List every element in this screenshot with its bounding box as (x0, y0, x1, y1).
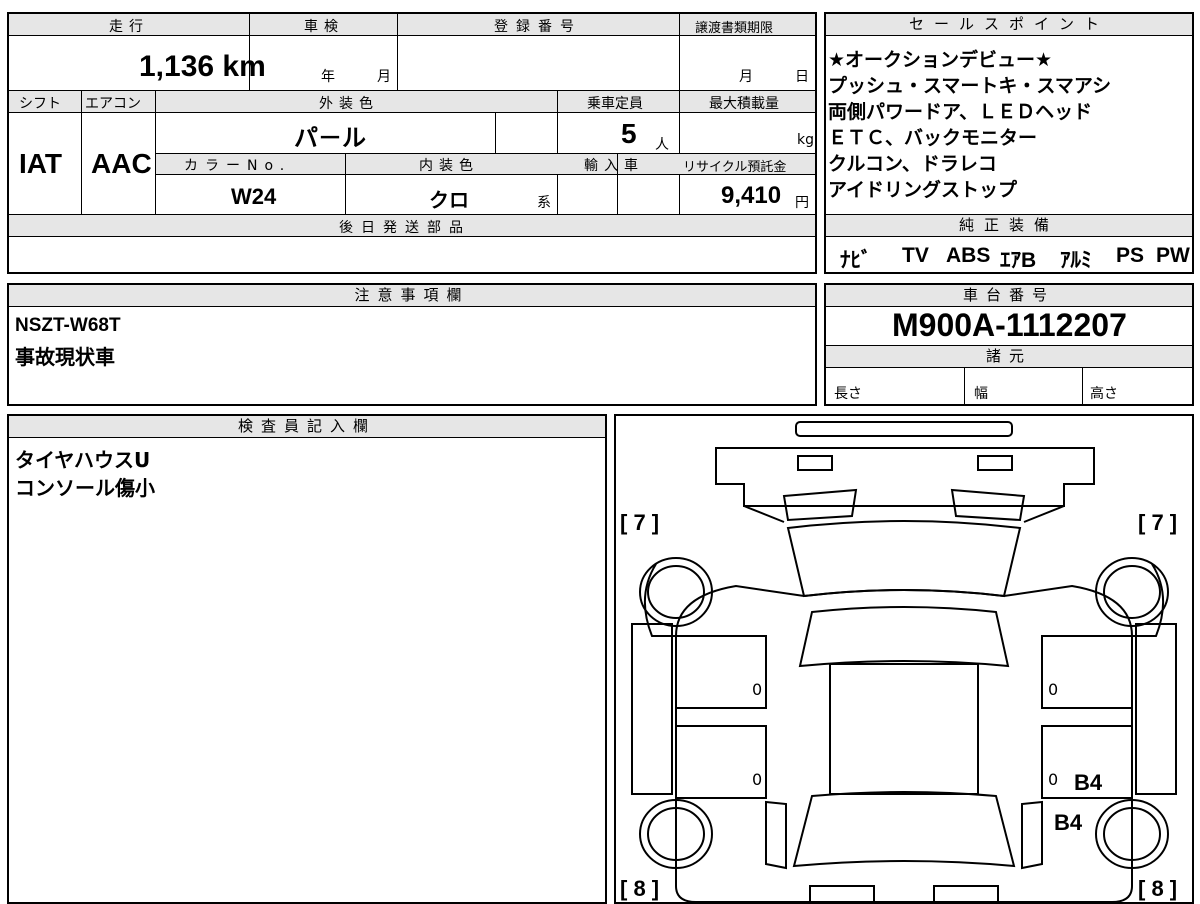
inspector-line: コンソール傷小 (15, 476, 155, 500)
sales-line: アイドリングストップ (828, 179, 1018, 201)
sales-line: ★オークションデビュー★ (828, 49, 1053, 71)
spec-length: 長さ (834, 386, 862, 402)
equip-abs: ABS (946, 244, 991, 267)
spec-header: 諸元 (826, 346, 1192, 368)
mileage-value: 1,136 km (139, 50, 266, 83)
seats-header: 乗車定員 (587, 96, 643, 112)
inspection-header: 車検 (304, 19, 344, 35)
notes-line-model: NSZT-W68T (15, 315, 121, 336)
interior-color-value: クロ (429, 190, 469, 212)
seats-value: 5 (621, 118, 637, 149)
interior-color-header: 内装色 (419, 158, 479, 174)
deadline-day: 日 (795, 69, 809, 85)
seats-unit: 人 (655, 137, 669, 153)
inspection-month: 月 (377, 69, 391, 85)
color-no-value: W24 (231, 184, 277, 209)
deadline-header: 譲渡書類期限 (695, 21, 774, 36)
damage-mark-b4: B4 (1054, 810, 1083, 835)
shift-value: IAT (19, 148, 63, 179)
equip-navi: ﾅﾋﾞ (840, 249, 872, 272)
spec-height: 高さ (1090, 386, 1118, 402)
inspector-line: タイヤハウスU (15, 448, 151, 472)
chassis-box: 車台番号 M900A-1112207 諸元 長さ 幅 高さ (824, 283, 1194, 406)
exterior-color-header: 外装色 (319, 96, 379, 112)
sales-line: プッシュ・スマートキ・スマアシ (828, 75, 1112, 97)
import-header: 輸入車 (584, 158, 644, 174)
rear-right-tire-depth: [ 8 ] (1138, 876, 1178, 901)
later-parts-header: 後日発送部品 (339, 220, 471, 236)
deadline-month: 月 (739, 69, 753, 85)
chassis-number: M900A-1112207 (892, 307, 1127, 343)
shift-header: シフト (19, 96, 61, 112)
equip-pw: PW (1156, 244, 1190, 267)
chassis-header: 車台番号 (826, 285, 1192, 307)
recycle-header: リサイクル預託金 (683, 160, 787, 175)
sales-line: ＥＴＣ、バックモニター (828, 127, 1038, 149)
door-fr-mark: 0 (1048, 680, 1059, 699)
sales-point-box: セールスポイント ★オークションデビュー★ プッシュ・スマートキ・スマアシ 両側… (824, 12, 1194, 274)
vehicle-info-table: 走行 車検 登録番号 譲渡書類期限 1,136 km 年 月 月 日 シフト エ… (7, 12, 817, 274)
damage-mark-b4: B4 (1074, 770, 1103, 795)
front-right-tire-depth: [ 7 ] (1138, 510, 1178, 535)
front-left-tire-depth: [ 7 ] (620, 510, 660, 535)
interior-color-suffix: 系 (537, 195, 551, 211)
equip-tv: TV (902, 244, 929, 267)
notes-box: 注意事項欄 NSZT-W68T 事故現状車 (7, 283, 817, 406)
equip-airbag: ｴｱB (1000, 249, 1037, 272)
door-fl-mark: 0 (752, 680, 763, 699)
door-rl-mark: 0 (752, 770, 763, 789)
exterior-color-value: パ－ル (294, 125, 366, 152)
registration-header: 登録番号 (494, 19, 582, 35)
genuine-equipment-header: 純正装備 (826, 215, 1192, 237)
car-body-diagram (631, 421, 1177, 902)
recycle-value: 9,410 (721, 182, 782, 209)
equip-ps: PS (1116, 244, 1145, 267)
max-load-header: 最大積載量 (709, 96, 779, 112)
ac-header: エアコン (85, 96, 141, 112)
color-no-header: カラーNo. (184, 158, 292, 174)
door-rr-mark: 0 (1048, 770, 1059, 789)
inspector-box: 検査員記入欄 タイヤハウスU コンソール傷小 (7, 414, 607, 904)
notes-line-accident: 事故現状車 (15, 345, 115, 369)
equip-alloy: ｱﾙﾐ (1060, 249, 1092, 272)
sales-line: 両側パワードア、ＬＥＤヘッド (828, 101, 1093, 123)
sales-point-header: セールスポイント (826, 14, 1192, 36)
inspector-header: 検査員記入欄 (9, 416, 605, 438)
car-diagram-box: [ 7 ] [ 7 ] [ 8 ] [ 8 ] 0 0 0 0 B4 B4 (614, 414, 1194, 904)
mileage-header: 走行 (109, 19, 149, 35)
notes-header: 注意事項欄 (9, 285, 815, 307)
sales-line: クルコン、ドラレコ (828, 153, 997, 175)
ac-value: AAC (91, 148, 152, 179)
recycle-unit: 円 (795, 195, 809, 211)
load-unit: kg (797, 132, 814, 148)
inspection-year: 年 (321, 69, 335, 85)
spec-width: 幅 (974, 386, 988, 402)
rear-left-tire-depth: [ 8 ] (620, 876, 660, 901)
